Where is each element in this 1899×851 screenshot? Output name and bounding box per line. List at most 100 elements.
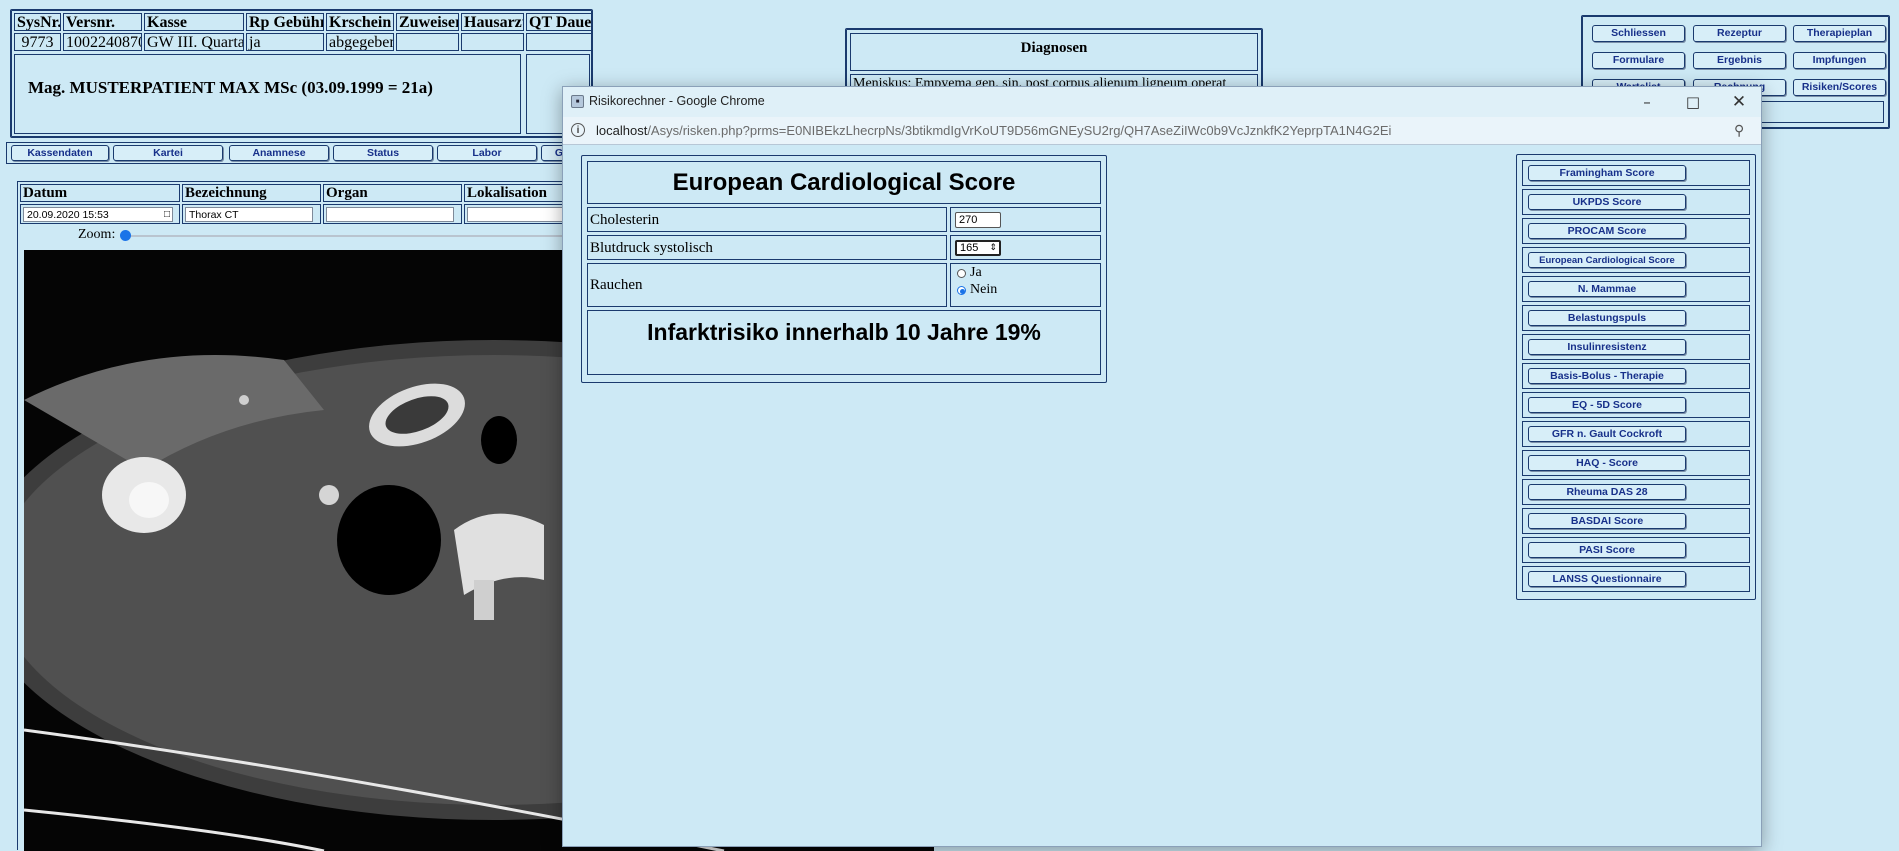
blutdruck-label-cell: Blutdruck systolisch (587, 235, 947, 260)
url-path: /Asys/risken.php?prms=E0NIBEkzLhecrpNs/3… (647, 123, 1392, 138)
imaging-organ-cell (323, 204, 462, 224)
organ-input[interactable] (326, 207, 454, 222)
zoom-label: Zoom: (78, 227, 116, 242)
header-rp-gebuehr: Rp Gebühr (246, 13, 324, 31)
value-sysnr: 9773 (14, 33, 61, 51)
address-bar[interactable]: i localhost/Asys/risken.php?prms=E0NIBEk… (563, 117, 1761, 145)
risiken-scores-button[interactable]: Risiken/Scores (1793, 79, 1886, 96)
blutdruck-value: 165 (960, 242, 979, 254)
basdai-score-button[interactable]: BASDAI Score (1528, 513, 1686, 529)
patient-header-box: SysNr. Versnr. Kasse Rp Gebühr Krschein … (10, 9, 593, 138)
blutdruck-input-cell: 165 ⇕ (950, 235, 1101, 260)
pasi-score-button[interactable]: PASI Score (1528, 542, 1686, 558)
score-row: BASDAI Score (1522, 508, 1750, 534)
calendar-icon[interactable]: □ (164, 208, 170, 222)
formulare-button[interactable]: Formulare (1592, 52, 1685, 69)
basis-bolus-therapie-button[interactable]: Basis-Bolus - Therapie (1528, 368, 1686, 384)
imaging-header-organ: Organ (323, 184, 462, 202)
value-zuweiser (396, 33, 459, 51)
value-versnr: 1002240870 (63, 33, 142, 51)
procam-score-button[interactable]: PROCAM Score (1528, 223, 1686, 239)
nav-button-row: Kassendaten Kartei Anamnese Status Labor… (6, 142, 581, 164)
url-host: localhost (596, 123, 648, 138)
kartei-button[interactable]: Kartei (113, 145, 223, 161)
minimize-icon[interactable]: – (1624, 87, 1670, 117)
score-row: LANSS Questionnaire (1522, 566, 1750, 592)
labor-button[interactable]: Labor (437, 145, 537, 161)
value-krschein: abgegeben (326, 33, 394, 51)
score-row: Belastungspuls (1522, 305, 1750, 331)
header-zuweiser: Zuweiser (396, 13, 459, 31)
score-row: European Cardiological Score (1522, 247, 1750, 273)
radio-nein-dot (960, 289, 965, 294)
imaging-date-cell: 20.09.2020 15:53 □ (20, 204, 180, 224)
diagnosen-title-cell: Diagnosen (850, 33, 1258, 71)
patient-name: Mag. MUSTERPATIENT MAX MSc (03.09.1999 =… (28, 78, 433, 97)
blutdruck-input[interactable]: 165 ⇕ (955, 240, 1001, 256)
score-row: Framingham Score (1522, 160, 1750, 186)
zoom-out-icon[interactable]: ⚲ (1734, 122, 1744, 139)
eq-5d-score-button[interactable]: EQ - 5D Score (1528, 397, 1686, 413)
score-row: N. Mammae (1522, 276, 1750, 302)
impfungen-button[interactable]: Impfungen (1793, 52, 1886, 69)
value-kasse: GW III. Quartal (144, 33, 244, 51)
ukpds-score-button[interactable]: UKPDS Score (1528, 194, 1686, 210)
gfr-n-gault-cockroft-button[interactable]: GFR n. Gault Cockroft (1528, 426, 1686, 442)
close-icon[interactable]: ✕ (1716, 87, 1762, 117)
european-cardiological-score-button[interactable]: European Cardiological Score (1528, 252, 1686, 268)
header-kasse: Kasse (144, 13, 244, 31)
header-krschein: Krschein (326, 13, 394, 31)
risikorechner-window: ■ Risikorechner - Google Chrome – □ ✕ i … (562, 86, 1762, 847)
scores-panel: Framingham Score UKPDS Score PROCAM Score E… (1516, 154, 1756, 600)
score-row: PROCAM Score (1522, 218, 1750, 244)
value-qt-dauer (526, 33, 593, 51)
score-row: Insulinresistenz (1522, 334, 1750, 360)
rezeptur-button[interactable]: Rezeptur (1693, 25, 1786, 42)
value-rp-gebuehr: ja (246, 33, 324, 51)
haq-score-button[interactable]: HAQ - Score (1528, 455, 1686, 471)
maximize-icon[interactable]: □ (1670, 87, 1716, 117)
score-row: Rheuma DAS 28 (1522, 479, 1750, 505)
lanss-questionnaire-button[interactable]: LANSS Questionnaire (1528, 571, 1686, 587)
rheuma-das-28-button[interactable]: Rheuma DAS 28 (1528, 484, 1686, 500)
insulinresistenz-button[interactable]: Insulinresistenz (1528, 339, 1686, 355)
score-row: PASI Score (1522, 537, 1750, 563)
score-row: Basis-Bolus - Therapie (1522, 363, 1750, 389)
info-icon[interactable]: i (571, 123, 585, 137)
cholesterin-label-cell: Cholesterin (587, 207, 947, 232)
cholesterin-input-cell: 270 (950, 207, 1101, 232)
header-sysnr: SysNr. (14, 13, 61, 31)
diagnosen-box: Diagnosen Meniskus: Empyema gen. sin. po… (845, 28, 1263, 90)
zoom-slider-thumb[interactable] (120, 230, 131, 241)
bezeichnung-input[interactable]: Thorax CT (185, 207, 313, 222)
framingham-score-button[interactable]: Framingham Score (1528, 165, 1686, 181)
imaging-bezeichnung-cell: Thorax CT (182, 204, 321, 224)
radio-nein-label: Nein (970, 282, 998, 297)
calculator-title: European Cardiological Score (672, 169, 1016, 196)
imaging-header-bezeichnung: Bezeichnung (182, 184, 321, 202)
cholesterin-input[interactable]: 270 (955, 212, 1001, 228)
url-text[interactable]: localhost/Asys/risken.php?prms=E0NIBEkzL… (596, 123, 1391, 138)
result-cell: Infarktrisiko innerhalb 10 Jahre 19% (587, 310, 1101, 375)
datum-input[interactable]: 20.09.2020 15:53 □ (23, 207, 173, 222)
rauchen-options-cell: Ja Nein (950, 263, 1101, 307)
ergebnis-button[interactable]: Ergebnis (1693, 52, 1786, 69)
n-mammae-button[interactable]: N. Mammae (1528, 281, 1686, 297)
score-row: GFR n. Gault Cockroft (1522, 421, 1750, 447)
chrome-app-icon: ■ (571, 95, 584, 108)
anamnese-button[interactable]: Anamnese (229, 145, 329, 161)
belastungspuls-button[interactable]: Belastungspuls (1528, 310, 1686, 326)
score-row: EQ - 5D Score (1522, 392, 1750, 418)
kassendaten-button[interactable]: Kassendaten (11, 145, 109, 161)
blutdruck-label: Blutdruck systolisch (590, 240, 713, 256)
radio-ja[interactable] (957, 269, 966, 278)
therapieplan-button[interactable]: Therapieplan (1793, 25, 1886, 42)
status-button[interactable]: Status (333, 145, 433, 161)
calculator-title-cell: European Cardiological Score (587, 161, 1101, 204)
datum-value: 20.09.2020 15:53 (27, 209, 109, 221)
header-qt-dauer: QT Dauer (526, 13, 593, 31)
cholesterin-label: Cholesterin (590, 212, 660, 228)
schliessen-button[interactable]: Schliessen (1592, 25, 1685, 42)
radio-nein[interactable] (957, 286, 966, 295)
spinner-icon[interactable]: ⇕ (989, 241, 997, 253)
